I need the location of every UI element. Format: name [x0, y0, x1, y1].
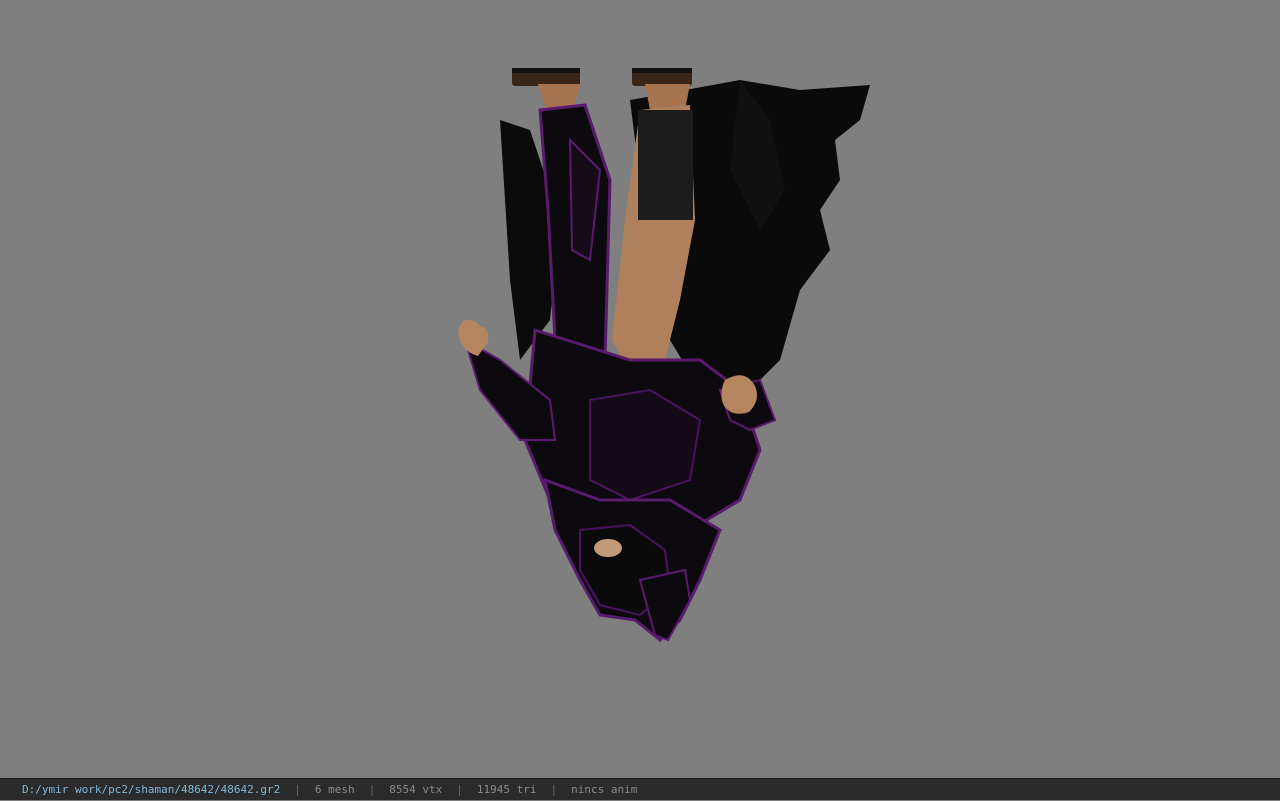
3d-viewport[interactable]: [0, 0, 1280, 778]
separator: |: [456, 783, 463, 796]
status-bar: D:/ymir work/pc2/shaman/48642/48642.gr2 |…: [0, 778, 1280, 800]
character-model: [458, 68, 870, 643]
separator: |: [294, 783, 301, 796]
mesh-count: 6 mesh: [314, 783, 355, 796]
separator: |: [368, 783, 376, 796]
right-wrap: [638, 110, 693, 220]
vertex-count: 8554 vtx: [389, 783, 443, 796]
anim-status: nincs anim: [571, 783, 638, 796]
face: [594, 539, 622, 557]
triangle-count: 11945 tri: [476, 783, 537, 796]
separator: |: [550, 783, 558, 796]
file-path: D:/ymir work/pc2/shaman/48642/48642.gr2: [22, 783, 281, 796]
